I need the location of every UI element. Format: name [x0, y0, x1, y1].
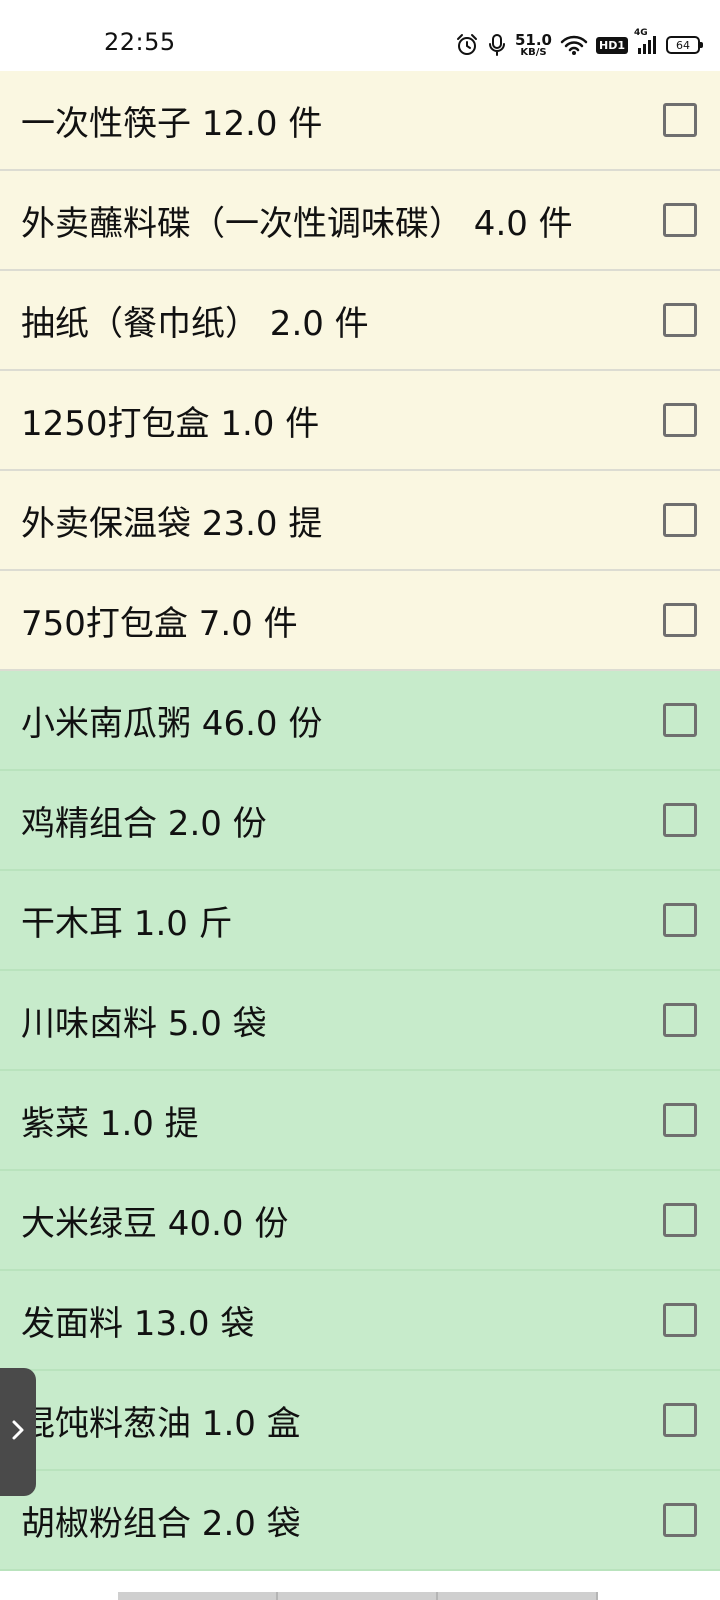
- item-checkbox[interactable]: [663, 603, 697, 637]
- item-checkbox[interactable]: [663, 1003, 697, 1037]
- item-checkbox[interactable]: [663, 1503, 697, 1537]
- list-item[interactable]: 外卖蘸料碟（一次性调味碟） 4.0 件: [0, 171, 720, 271]
- list-item[interactable]: 紫菜 1.0 提: [0, 1071, 720, 1171]
- item-label: 发面料 13.0 袋: [21, 1303, 255, 1344]
- list-item[interactable]: 发面料 13.0 袋: [0, 1271, 720, 1371]
- list-item[interactable]: 胡椒粉组合 2.0 袋: [0, 1471, 720, 1571]
- bottom-tab-strip: [118, 1592, 598, 1600]
- item-checkbox[interactable]: [663, 1103, 697, 1137]
- battery-level: 64: [676, 38, 690, 52]
- item-label: 750打包盒 7.0 件: [21, 603, 298, 644]
- item-list: 一次性筷子 12.0 件 外卖蘸料碟（一次性调味碟） 4.0 件 抽纸（餐巾纸）…: [0, 71, 720, 1571]
- bottom-tab[interactable]: [438, 1592, 598, 1600]
- status-bar: 22:55 51.0 KB/S HD1 4G 64: [0, 0, 720, 71]
- status-time: 22:55: [104, 28, 176, 56]
- list-item[interactable]: 混饨料葱油 1.0 盒: [0, 1371, 720, 1471]
- bottom-tab[interactable]: [118, 1592, 278, 1600]
- item-label: 外卖蘸料碟（一次性调味碟） 4.0 件: [21, 203, 573, 244]
- item-label: 混饨料葱油 1.0 盒: [21, 1403, 301, 1444]
- list-item[interactable]: 川味卤料 5.0 袋: [0, 971, 720, 1071]
- item-label: 小米南瓜粥 46.0 份: [21, 703, 323, 744]
- item-checkbox[interactable]: [663, 703, 697, 737]
- item-label: 川味卤料 5.0 袋: [21, 1003, 267, 1044]
- item-checkbox[interactable]: [663, 203, 697, 237]
- item-label: 大米绿豆 40.0 份: [21, 1203, 289, 1244]
- list-item[interactable]: 1250打包盒 1.0 件: [0, 371, 720, 471]
- list-item[interactable]: 大米绿豆 40.0 份: [0, 1171, 720, 1271]
- signal-label: 4G: [634, 28, 648, 38]
- list-item[interactable]: 鸡精组合 2.0 份: [0, 771, 720, 871]
- item-label: 干木耳 1.0 斤: [21, 903, 233, 944]
- alarm-icon: [455, 33, 479, 57]
- list-item[interactable]: 外卖保温袋 23.0 提: [0, 471, 720, 571]
- item-checkbox[interactable]: [663, 903, 697, 937]
- item-label: 一次性筷子 12.0 件: [21, 103, 323, 144]
- item-checkbox[interactable]: [663, 503, 697, 537]
- network-speed-unit: KB/S: [520, 46, 547, 58]
- list-item[interactable]: 750打包盒 7.0 件: [0, 571, 720, 671]
- side-panel-handle[interactable]: [0, 1368, 36, 1496]
- list-item[interactable]: 抽纸（餐巾纸） 2.0 件: [0, 271, 720, 371]
- list-item[interactable]: 一次性筷子 12.0 件: [0, 71, 720, 171]
- item-label: 外卖保温袋 23.0 提: [21, 503, 323, 544]
- item-checkbox[interactable]: [663, 303, 697, 337]
- item-checkbox[interactable]: [663, 1303, 697, 1337]
- network-speed: 51.0 KB/S: [514, 30, 552, 58]
- item-checkbox[interactable]: [663, 1203, 697, 1237]
- item-label: 抽纸（餐巾纸） 2.0 件: [21, 303, 369, 344]
- hd-badge: HD1: [596, 36, 628, 54]
- item-label: 紫菜 1.0 提: [21, 1103, 199, 1144]
- item-checkbox[interactable]: [663, 403, 697, 437]
- item-label: 胡椒粉组合 2.0 袋: [21, 1503, 301, 1544]
- status-icons: 51.0 KB/S HD1 4G 64: [455, 28, 703, 62]
- item-label: 1250打包盒 1.0 件: [21, 403, 320, 444]
- cellular-signal-icon: 4G: [634, 28, 658, 56]
- bottom-tab[interactable]: [278, 1592, 438, 1600]
- item-label: 鸡精组合 2.0 份: [21, 803, 267, 844]
- battery-icon: 64: [666, 36, 703, 54]
- item-checkbox[interactable]: [663, 1403, 697, 1437]
- wifi-icon: [560, 34, 588, 56]
- list-item[interactable]: 小米南瓜粥 46.0 份: [0, 671, 720, 771]
- chevron-right-icon: [10, 1418, 26, 1446]
- network-speed-value: 51.0: [514, 30, 552, 49]
- item-checkbox[interactable]: [663, 803, 697, 837]
- item-checkbox[interactable]: [663, 103, 697, 137]
- list-item[interactable]: 干木耳 1.0 斤: [0, 871, 720, 971]
- microphone-icon: [487, 33, 507, 57]
